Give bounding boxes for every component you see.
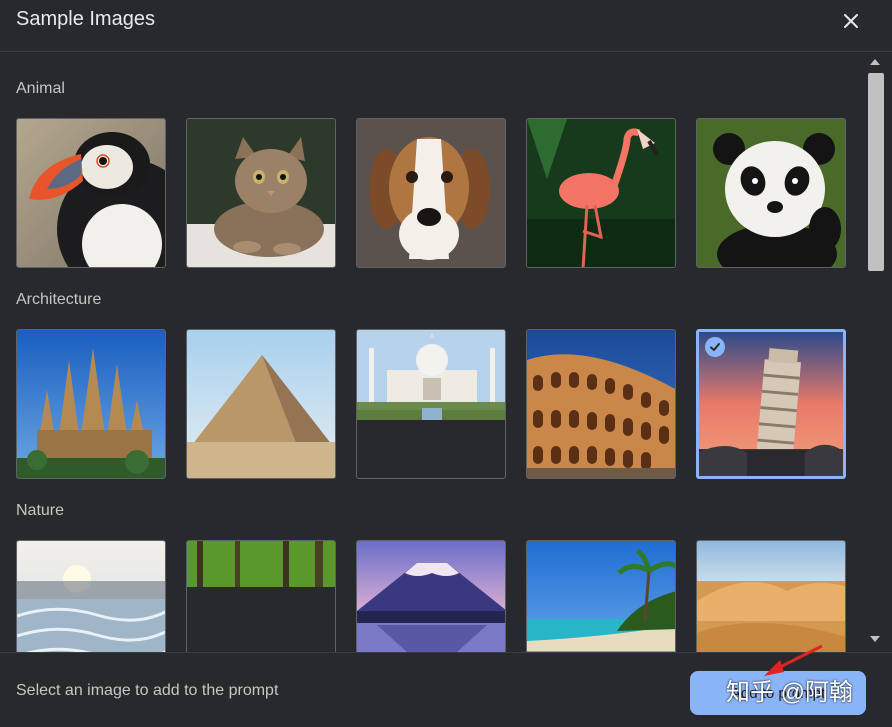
section-label-nature: Nature [16, 502, 65, 519]
section-label-animal: Animal [16, 80, 65, 97]
image-grid-scroll-area[interactable]: Animal Architecture Nature [0, 53, 892, 652]
image-desert-dunes[interactable] [696, 540, 846, 652]
image-frozen-waves[interactable] [16, 540, 166, 652]
image-puffin[interactable] [16, 118, 166, 268]
sample-images-dialog: Sample Images Animal Architecture Nature… [0, 0, 892, 727]
watermark: 知乎 @阿翰 [726, 679, 854, 706]
scroll-up-arrow-icon[interactable] [869, 57, 881, 67]
image-mount-fuji[interactable] [356, 540, 506, 652]
section-label-architecture: Architecture [16, 291, 102, 308]
image-panda[interactable] [696, 118, 846, 268]
image-colosseum[interactable] [526, 329, 676, 479]
image-forest[interactable] [186, 540, 336, 652]
image-leaning-tower-pisa[interactable] [696, 329, 846, 479]
close-button[interactable] [836, 6, 866, 36]
close-icon [844, 14, 858, 28]
image-taj-mahal[interactable] [356, 329, 506, 479]
image-sagrada-familia[interactable] [16, 329, 166, 479]
image-tropical-beach[interactable] [526, 540, 676, 652]
scrollbar-thumb[interactable] [868, 73, 884, 271]
dialog-title: Sample Images [16, 8, 155, 30]
image-beagle[interactable] [356, 118, 506, 268]
scroll-down-arrow-icon[interactable] [869, 634, 881, 644]
image-flamingo[interactable] [526, 118, 676, 268]
image-pyramid[interactable] [186, 329, 336, 479]
dialog-header: Sample Images [0, 0, 892, 52]
selected-check-icon [705, 337, 725, 357]
image-tabby-cat[interactable] [186, 118, 336, 268]
footer-hint: Select an image to add to the prompt [16, 682, 279, 699]
